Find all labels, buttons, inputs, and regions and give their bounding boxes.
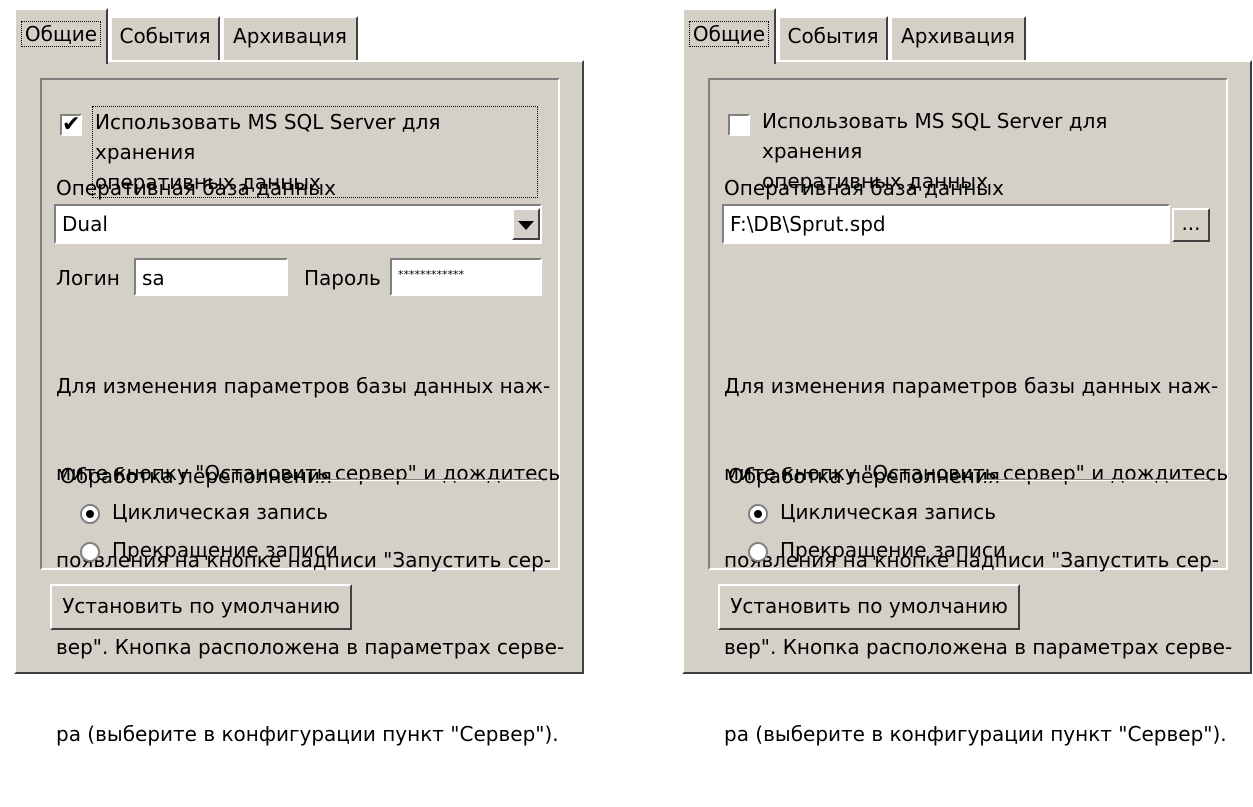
radio-stop[interactable] <box>748 542 768 562</box>
browse-button[interactable]: ... <box>1172 208 1210 242</box>
settings-panel-right: Общие События Архивация Использовать MS … <box>682 8 1252 746</box>
password-label: Пароль <box>304 266 381 290</box>
radio-cyclic[interactable] <box>748 504 768 524</box>
tab-archiving[interactable]: Архивация <box>222 16 358 60</box>
use-mssql-checkbox[interactable] <box>728 114 750 136</box>
use-mssql-checkbox[interactable]: ✔ <box>60 114 82 136</box>
use-mssql-label-line1: Использовать MS SQL Server для хранения <box>95 110 441 164</box>
description-line: Для изменения параметров базы данных наж… <box>724 374 1219 398</box>
db-select-value: Dual <box>62 212 108 236</box>
db-label: Оперативная база данных <box>724 176 1004 200</box>
tab-bar: Общие События Архивация <box>682 8 1252 64</box>
tab-events[interactable]: События <box>778 16 888 60</box>
tab-label: Общие <box>688 21 770 47</box>
overflow-separator <box>982 479 1210 481</box>
settings-group: Использовать MS SQL Server для хранения … <box>708 78 1232 746</box>
radio-stop-label[interactable]: Прекращение записи <box>112 538 338 562</box>
overflow-group-label: Обработка переполнения <box>60 464 332 488</box>
db-dropdown-button[interactable] <box>512 208 540 240</box>
radio-cyclic-label[interactable]: Циклическая запись <box>780 500 996 524</box>
password-input[interactable]: ************ <box>390 258 542 296</box>
overflow-group-label: Обработка переполнения <box>728 464 1000 488</box>
description-line: вер". Кнопка расположена в параметрах се… <box>56 635 565 659</box>
tab-bar: Общие События Архивация <box>14 8 584 64</box>
description-line: ра (выберите в конфигурации пункт "Серве… <box>724 722 1227 746</box>
radio-dot <box>754 510 762 518</box>
description-line: вер". Кнопка расположена в параметрах се… <box>724 635 1233 659</box>
use-mssql-label-line1: Использовать MS SQL Server для хранения <box>762 109 1108 163</box>
db-label: Оперативная база данных <box>56 176 336 200</box>
db-select[interactable]: Dual <box>54 204 542 244</box>
tab-page-general: Использовать MS SQL Server для хранения … <box>682 60 1252 746</box>
radio-cyclic-label[interactable]: Циклическая запись <box>112 500 328 524</box>
description-line: ра (выберите в конфигурации пункт "Серве… <box>56 722 559 746</box>
login-input[interactable]: sa <box>134 258 288 296</box>
settings-panel-left: Общие События Архивация ✔ Использовать M… <box>14 8 584 746</box>
radio-stop-label[interactable]: Прекращение записи <box>780 538 1006 562</box>
radio-dot <box>86 510 94 518</box>
login-label: Логин <box>56 266 120 290</box>
radio-stop[interactable] <box>80 542 100 562</box>
tab-events[interactable]: События <box>110 16 220 60</box>
tab-page-general: ✔ Использовать MS SQL Server для хранени… <box>14 60 584 746</box>
db-path-input[interactable]: F:\DB\Sprut.spd <box>722 204 1170 244</box>
tab-general[interactable]: Общие <box>682 8 776 64</box>
set-default-button[interactable]: Установить по умолчанию <box>718 584 1020 630</box>
radio-cyclic[interactable] <box>80 504 100 524</box>
set-default-button[interactable]: Установить по умолчанию <box>50 584 352 630</box>
chevron-down-icon <box>518 221 534 230</box>
tab-label: Общие <box>20 21 102 47</box>
overflow-separator <box>314 479 542 481</box>
description-line: Для изменения параметров базы данных наж… <box>56 374 551 398</box>
tab-archiving[interactable]: Архивация <box>890 16 1026 60</box>
tab-general[interactable]: Общие <box>14 8 108 64</box>
settings-group: ✔ Использовать MS SQL Server для хранени… <box>40 78 564 746</box>
